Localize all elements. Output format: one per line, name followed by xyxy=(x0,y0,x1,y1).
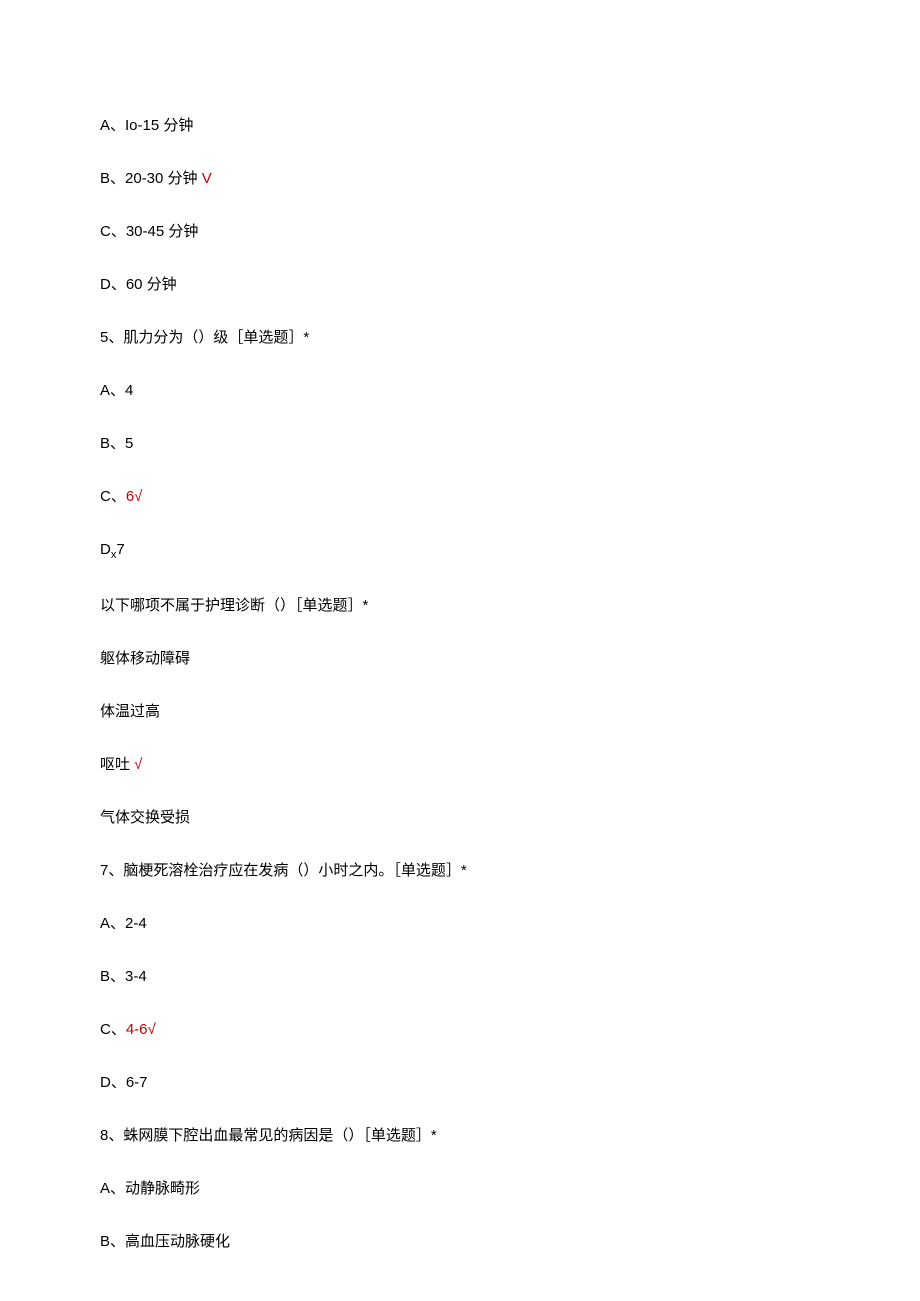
option-c-q5: C、6√ xyxy=(100,486,820,507)
text: 7、脑梗死溶栓治疗应在发病（）小时之内。［单选题］* xyxy=(100,862,467,879)
option-a-q8: A、动静脉畸形 xyxy=(100,1178,820,1199)
option-d-q5: Dx7 xyxy=(100,539,820,563)
text: A、2-4 xyxy=(100,915,147,932)
option-b-q7: B、3-4 xyxy=(100,966,820,987)
option-b-q5: B、5 xyxy=(100,433,820,454)
text: C、 xyxy=(100,1021,126,1038)
text: 体温过高 xyxy=(100,703,160,720)
text: 气体交换受损 xyxy=(100,809,190,826)
text: 5、肌力分为（）级［单选题］* xyxy=(100,329,309,346)
question-8: 8、蛛网膜下腔出血最常见的病因是（）［单选题］* xyxy=(100,1125,820,1146)
option-d-q4: D、60 分钟 xyxy=(100,274,820,295)
check-icon: 6√ xyxy=(126,488,143,505)
text: 躯体移动障碍 xyxy=(100,650,190,667)
option-b-q6: 体温过高 xyxy=(100,701,820,722)
text: B、20-30 分钟 xyxy=(100,170,202,187)
check-icon: √ xyxy=(134,756,142,773)
question-6: 以下哪项不属于护理诊断（）［单选题］* xyxy=(100,595,820,616)
option-c-q4: C、30-45 分钟 xyxy=(100,221,820,242)
text: A、4 xyxy=(100,382,133,399)
check-icon: V xyxy=(202,170,212,187)
text: A、动静脉畸形 xyxy=(100,1180,200,1197)
text: D xyxy=(100,541,111,558)
text: 呕吐 xyxy=(100,756,134,773)
text: 以下哪项不属于护理诊断（）［单选题］* xyxy=(100,597,368,614)
text: 7 xyxy=(116,541,124,558)
text: 8、蛛网膜下腔出血最常见的病因是（）［单选题］* xyxy=(100,1127,437,1144)
text: B、5 xyxy=(100,435,133,452)
option-a-q6: 躯体移动障碍 xyxy=(100,648,820,669)
option-a-q5: A、4 xyxy=(100,380,820,401)
option-d-q7: D、6-7 xyxy=(100,1072,820,1093)
text: C、30-45 分钟 xyxy=(100,223,198,240)
option-c-q7: C、4-6√ xyxy=(100,1019,820,1040)
option-d-q6: 气体交换受损 xyxy=(100,807,820,828)
option-b-q8: B、高血压动脉硬化 xyxy=(100,1231,820,1252)
text: C、 xyxy=(100,488,126,505)
option-c-q6: 呕吐 √ xyxy=(100,754,820,775)
option-a-q7: A、2-4 xyxy=(100,913,820,934)
text: B、高血压动脉硬化 xyxy=(100,1233,230,1250)
option-a-q4: A、Io-15 分钟 xyxy=(100,115,820,136)
text: D、60 分钟 xyxy=(100,276,177,293)
question-5: 5、肌力分为（）级［单选题］* xyxy=(100,327,820,348)
question-7: 7、脑梗死溶栓治疗应在发病（）小时之内。［单选题］* xyxy=(100,860,820,881)
option-b-q4: B、20-30 分钟 V xyxy=(100,168,820,189)
text: A、Io-15 分钟 xyxy=(100,117,193,134)
check-icon: 4-6√ xyxy=(126,1021,156,1038)
text: D、6-7 xyxy=(100,1074,148,1091)
text: B、3-4 xyxy=(100,968,147,985)
